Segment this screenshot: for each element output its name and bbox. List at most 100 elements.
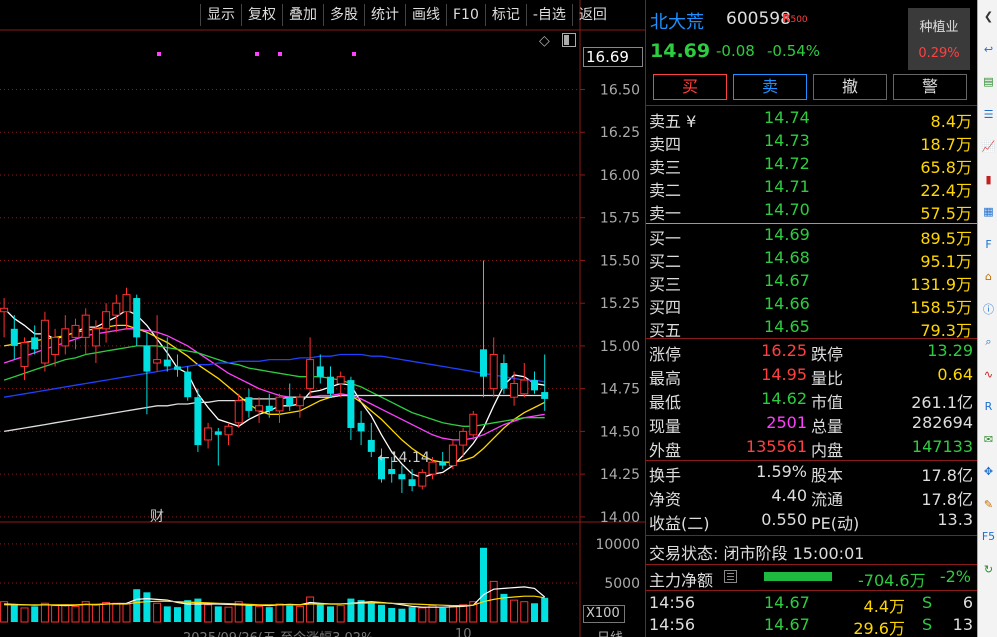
candle-body[interactable] bbox=[20, 341, 29, 367]
candle-body[interactable] bbox=[40, 319, 49, 364]
bids-row[interactable]: 买二 14.68 95.1万 bbox=[646, 248, 976, 271]
candle-body[interactable] bbox=[143, 345, 151, 372]
candle-body[interactable] bbox=[163, 359, 171, 367]
menu-back[interactable]: 返回 bbox=[571, 4, 613, 26]
financial-marker[interactable]: 财 bbox=[150, 506, 164, 526]
sell-button[interactable]: 卖 bbox=[733, 74, 807, 100]
f10-icon[interactable]: F bbox=[980, 236, 997, 253]
stock-name[interactable]: 北大荒 bbox=[650, 8, 704, 34]
asks-row[interactable]: 卖四 14.73 18.7万 bbox=[646, 131, 976, 154]
candle-body[interactable] bbox=[275, 396, 284, 412]
candle-body[interactable] bbox=[51, 336, 60, 355]
home-icon[interactable]: ⌂ bbox=[980, 268, 997, 285]
candle-body[interactable] bbox=[81, 314, 90, 338]
industry-box[interactable]: 种植业 0.29% bbox=[908, 8, 970, 70]
report-icon[interactable]: ▤ bbox=[980, 73, 997, 90]
bids-row[interactable]: 买四 14.66 158.5万 bbox=[646, 294, 976, 317]
candle-body[interactable] bbox=[316, 366, 324, 377]
candle-body[interactable] bbox=[541, 392, 549, 399]
wave-icon[interactable]: ∿ bbox=[980, 366, 997, 383]
candle-body[interactable] bbox=[10, 328, 18, 346]
candle-body[interactable] bbox=[357, 422, 365, 432]
candle-body[interactable] bbox=[133, 298, 141, 338]
menu-mark[interactable]: 标记 bbox=[484, 4, 526, 26]
menu-watchlist[interactable]: -自选 bbox=[525, 4, 572, 26]
candle-body[interactable] bbox=[184, 371, 192, 398]
asks-row[interactable]: 卖二 14.71 22.4万 bbox=[646, 177, 976, 200]
chart-icon[interactable]: 📈 bbox=[980, 138, 997, 155]
candle-body[interactable] bbox=[439, 462, 447, 466]
menu-f10[interactable]: F10 bbox=[446, 4, 485, 26]
candle-body[interactable] bbox=[408, 479, 416, 487]
menu-adjust[interactable]: 复权 bbox=[241, 4, 282, 26]
candle-body[interactable] bbox=[286, 397, 294, 406]
back-icon[interactable]: ↩ bbox=[980, 41, 997, 58]
asks-row[interactable]: 卖五 ¥ 14.74 8.4万 bbox=[646, 108, 976, 131]
menu-overlay[interactable]: 叠加 bbox=[282, 4, 323, 26]
candle-body[interactable] bbox=[510, 383, 519, 398]
candle-body[interactable] bbox=[520, 379, 529, 395]
rs-icon[interactable]: R bbox=[980, 398, 997, 415]
asks-row[interactable]: 卖三 14.72 65.8万 bbox=[646, 154, 976, 177]
candle-body[interactable] bbox=[531, 380, 538, 391]
candle-body[interactable] bbox=[214, 431, 222, 435]
candle-body[interactable] bbox=[204, 427, 213, 441]
f5-icon[interactable]: F5 bbox=[980, 528, 997, 545]
candle-body[interactable] bbox=[255, 405, 264, 412]
alert-button[interactable]: 警 bbox=[893, 74, 967, 100]
buy-button[interactable]: 买 bbox=[653, 74, 727, 100]
candle-body[interactable] bbox=[71, 324, 80, 338]
kline-chart[interactable]: 16.50 16.25 16.00 15.75 15.50 15.25 15.00 14.75… bbox=[0, 0, 645, 637]
event-marker[interactable] bbox=[278, 52, 282, 56]
event-marker[interactable] bbox=[157, 52, 161, 56]
candle-body[interactable] bbox=[194, 397, 202, 446]
candle-body[interactable] bbox=[347, 380, 355, 428]
collapse-icon[interactable]: ❮ bbox=[980, 8, 997, 25]
candle-body[interactable] bbox=[224, 425, 233, 436]
candle-body[interactable] bbox=[418, 471, 427, 487]
candle-body[interactable] bbox=[448, 444, 457, 467]
candle-body[interactable] bbox=[61, 328, 70, 347]
candle-body[interactable] bbox=[480, 349, 487, 377]
candle-body[interactable] bbox=[112, 302, 121, 316]
candle-body[interactable] bbox=[174, 366, 181, 370]
flow-detail-icon[interactable] bbox=[724, 570, 737, 583]
cancel-button[interactable]: 撤 bbox=[813, 74, 887, 100]
menu-multi-stock[interactable]: 多股 bbox=[323, 4, 364, 26]
candle-body[interactable] bbox=[234, 400, 243, 424]
menu-draw[interactable]: 画线 bbox=[405, 4, 446, 26]
menu-display[interactable]: 显示 bbox=[200, 4, 241, 26]
candle-body[interactable] bbox=[388, 469, 396, 475]
candle-body[interactable] bbox=[295, 396, 304, 407]
candle-body[interactable] bbox=[265, 405, 273, 411]
candle-body[interactable] bbox=[428, 461, 437, 475]
asks-row[interactable]: 卖一 14.70 57.5万 bbox=[646, 200, 976, 223]
period-label[interactable]: 日线 bbox=[597, 627, 623, 637]
candle-body[interactable] bbox=[327, 376, 334, 394]
candle-body[interactable] bbox=[367, 439, 375, 452]
candle-body[interactable] bbox=[489, 353, 498, 390]
candle-body[interactable] bbox=[398, 474, 406, 480]
event-marker[interactable] bbox=[255, 52, 259, 56]
candle-body[interactable] bbox=[336, 376, 345, 385]
news-icon[interactable]: ✉ bbox=[980, 431, 997, 448]
panel-toggle-icon[interactable] bbox=[562, 33, 576, 47]
candle-body[interactable] bbox=[245, 397, 253, 411]
bids-row[interactable]: 买三 14.67 131.9万 bbox=[646, 271, 976, 294]
candle-body[interactable] bbox=[91, 328, 100, 347]
nav-icon[interactable]: ✥ bbox=[980, 463, 997, 480]
candle-body[interactable] bbox=[500, 363, 508, 389]
candle-body[interactable] bbox=[122, 294, 131, 313]
bids-row[interactable]: 买五 14.65 79.3万 bbox=[646, 317, 976, 340]
info-icon[interactable]: ⓘ bbox=[980, 301, 997, 318]
menu-stats[interactable]: 统计 bbox=[364, 4, 405, 26]
refresh-icon[interactable]: ↻ bbox=[980, 561, 997, 578]
candle-body[interactable] bbox=[306, 359, 315, 390]
candle-body[interactable] bbox=[102, 311, 111, 330]
candle-body[interactable] bbox=[469, 413, 478, 436]
candle-body[interactable] bbox=[459, 430, 468, 446]
bids-row[interactable]: 买一 14.69 89.5万 bbox=[646, 225, 976, 248]
candle-body[interactable] bbox=[153, 359, 162, 364]
search-icon[interactable]: ⌕ bbox=[980, 333, 997, 350]
event-marker[interactable] bbox=[352, 52, 356, 56]
